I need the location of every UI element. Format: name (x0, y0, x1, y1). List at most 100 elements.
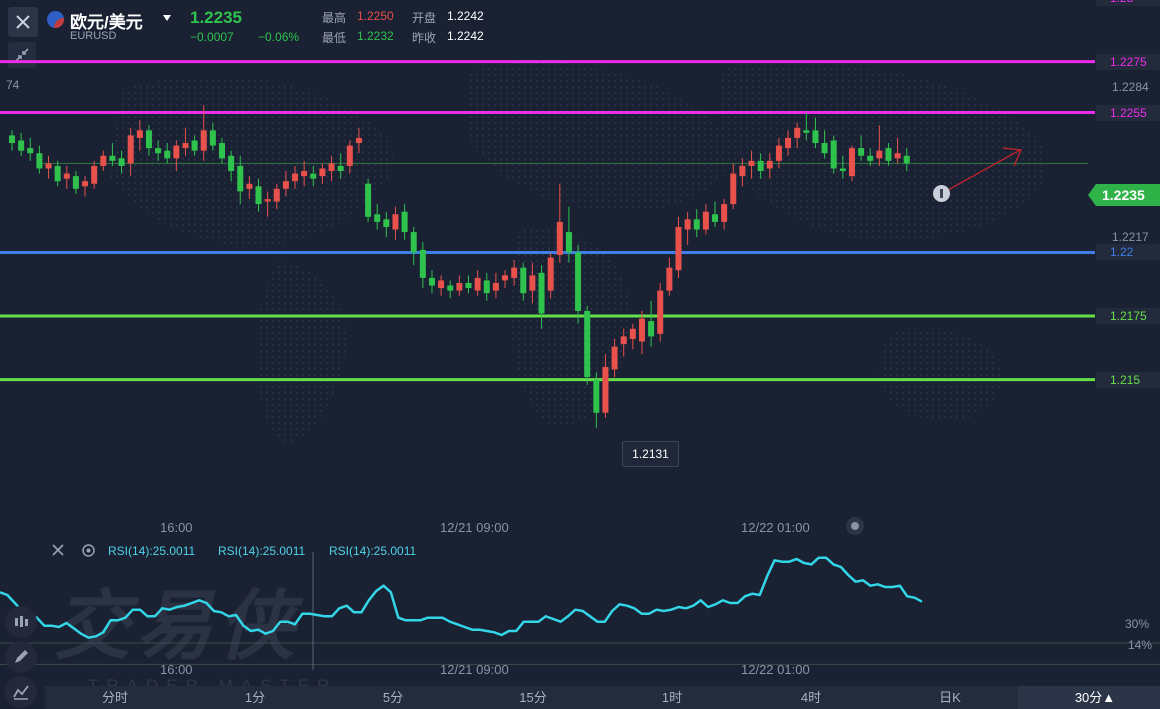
level-tag: 1.2255 (1096, 104, 1160, 121)
candle-body (346, 145, 353, 166)
candle-body (812, 130, 819, 144)
info-icon[interactable] (933, 185, 950, 202)
indicator-settings-button[interactable] (80, 542, 97, 564)
candle-body (319, 168, 326, 177)
candle-body (657, 290, 664, 334)
candle-body (547, 257, 554, 291)
candle-body (867, 155, 874, 161)
rsi-value-label: RSI(14):25.0011 (218, 544, 306, 558)
candle-body (18, 140, 25, 151)
candle-body (757, 160, 764, 172)
candle-body (593, 379, 600, 413)
candle-body (145, 130, 152, 149)
candle-body (483, 280, 490, 294)
candle-body (702, 211, 709, 230)
candle-body (885, 148, 892, 161)
candle-body (383, 219, 390, 227)
tab-1hour[interactable]: 1时 (642, 686, 702, 709)
candle-body (648, 321, 655, 337)
candle-body (684, 219, 691, 230)
rsi-time-label: 12/21 09:00 (440, 662, 509, 677)
candle-body (100, 155, 107, 166)
candle-body (794, 127, 801, 138)
candle-body (63, 173, 70, 179)
rsi-value-label: RSI(14):25.0011 (329, 544, 417, 558)
rsi-value-label: RSI(14):25.0011 (108, 544, 196, 558)
candle-body (218, 143, 225, 159)
candle-body (502, 275, 509, 281)
candle-body (282, 181, 289, 189)
candle-body (492, 282, 499, 291)
time-label: 12/21 09:00 (440, 520, 509, 535)
chart-type-button[interactable] (5, 606, 37, 638)
candle-body (355, 137, 362, 144)
low-price-marker: 1.2131 (622, 441, 679, 467)
candle-body (785, 137, 792, 149)
candle-body (474, 277, 481, 291)
tab-daily[interactable]: 日K (920, 686, 980, 709)
candle-body (830, 140, 837, 169)
tab-5min[interactable]: 5分 (363, 686, 423, 709)
tab-15min[interactable]: 15分 (503, 686, 563, 709)
candle-body (410, 232, 417, 253)
draw-tool-button[interactable] (5, 641, 37, 673)
tab-4hour[interactable]: 4时 (781, 686, 841, 709)
gear-icon (82, 544, 95, 557)
close-icon (52, 544, 64, 556)
candle-body (200, 130, 207, 151)
crosshair-toggle-button[interactable] (846, 517, 864, 535)
rsi-line (0, 556, 923, 639)
candle-body (529, 275, 536, 291)
indicator-button[interactable] (5, 676, 37, 708)
candle-body (565, 232, 572, 253)
candle-body (173, 145, 180, 159)
candle-body (228, 155, 235, 172)
candle-body (876, 150, 883, 159)
candle-body (45, 163, 52, 169)
candle-body (675, 227, 682, 271)
candle-body (456, 282, 463, 291)
candle-body (337, 165, 344, 172)
candle-body (36, 153, 43, 169)
candle-body (730, 173, 737, 205)
candle-body (511, 267, 518, 278)
candle-body (556, 221, 563, 255)
tab-1min[interactable]: 1分 (225, 686, 285, 709)
candle-body (848, 148, 855, 177)
candle-body (209, 130, 216, 146)
candle-body (739, 165, 746, 177)
rsi-time-label: 12/22 01:00 (741, 662, 810, 677)
candle-body (9, 135, 15, 144)
candle-body (237, 165, 244, 192)
timeframe-tabs: 分时 1分 5分 15分 1时 4时 日K 30分▲ (45, 686, 1160, 709)
level-tag: 1.215 (1096, 371, 1160, 388)
current-price-tag: 1.2235 (1088, 184, 1160, 206)
candle-body (401, 211, 408, 233)
candlestick-chart[interactable] (0, 0, 1160, 500)
candle-body (721, 204, 728, 222)
candle-body (438, 280, 445, 289)
close-indicator-button[interactable] (50, 542, 66, 563)
candle-body (465, 282, 472, 289)
tab-30min[interactable]: 30分▲ (1055, 686, 1135, 709)
candle-body (182, 143, 189, 149)
candle-body (775, 145, 782, 161)
rsi-level-label: 14% (1128, 638, 1153, 652)
candle-body (584, 310, 591, 378)
pen-icon (15, 650, 28, 663)
rsi-time-label: 16:00 (160, 662, 193, 677)
candle-body (54, 165, 61, 182)
candle-body (538, 272, 545, 314)
candle-body (246, 183, 253, 189)
dot-icon (851, 522, 859, 530)
candle-body (109, 155, 116, 161)
candle-body (118, 158, 125, 166)
candle-body (666, 267, 673, 291)
candle-body (155, 148, 162, 154)
indicator-icon (13, 685, 29, 700)
candle-body (301, 171, 308, 177)
tab-timeshare[interactable]: 分时 (85, 686, 145, 709)
candle-body (374, 214, 381, 222)
candle-body (328, 163, 335, 172)
candle-body (191, 140, 198, 151)
